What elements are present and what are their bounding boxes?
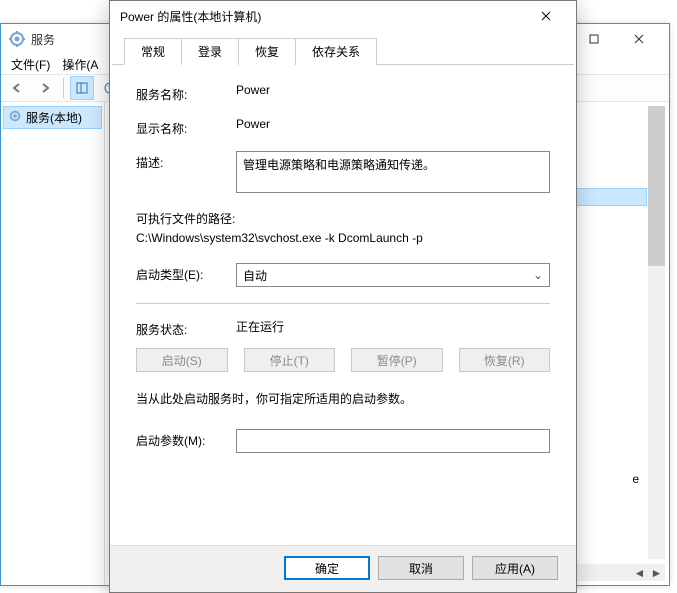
back-button[interactable] bbox=[5, 76, 29, 100]
cancel-button[interactable]: 取消 bbox=[378, 556, 464, 580]
dialog-footer: 确定 取消 应用(A) bbox=[110, 545, 576, 592]
description-field[interactable] bbox=[236, 151, 550, 193]
tree-item-label: 服务(本地) bbox=[26, 109, 82, 126]
chevron-down-icon: ⌄ bbox=[533, 268, 543, 282]
list-cut-text: e bbox=[632, 472, 639, 486]
close-button[interactable] bbox=[616, 25, 661, 53]
startup-type-value: 自动 bbox=[243, 267, 267, 284]
value-display-name: Power bbox=[236, 117, 550, 131]
menu-file[interactable]: 文件(F) bbox=[11, 56, 50, 73]
tab-logon[interactable]: 登录 bbox=[181, 38, 239, 65]
divider bbox=[136, 303, 550, 304]
services-icon bbox=[9, 31, 25, 47]
pause-button[interactable]: 暂停(P) bbox=[351, 348, 443, 372]
scroll-right-icon[interactable]: ► bbox=[648, 564, 665, 581]
dialog-tabstrip: 常规 登录 恢复 依存关系 bbox=[112, 31, 574, 65]
label-exe-path: 可执行文件的路径: bbox=[136, 210, 550, 227]
maximize-button[interactable] bbox=[571, 25, 616, 53]
vertical-scrollbar[interactable] bbox=[648, 106, 665, 559]
start-params-input[interactable] bbox=[236, 429, 550, 453]
start-button[interactable]: 启动(S) bbox=[136, 348, 228, 372]
view-list-button[interactable] bbox=[70, 76, 94, 100]
services-tree: 服务(本地) bbox=[1, 102, 105, 585]
label-startup-type: 启动类型(E): bbox=[136, 263, 236, 283]
start-params-hint: 当从此处启动服务时，你可指定所适用的启动参数。 bbox=[136, 390, 550, 407]
scroll-left-icon[interactable]: ◄ bbox=[631, 564, 648, 581]
services-icon bbox=[8, 109, 22, 126]
label-description: 描述: bbox=[136, 151, 236, 171]
startup-type-select[interactable]: 自动 ⌄ bbox=[236, 263, 550, 287]
dialog-titlebar[interactable]: Power 的属性(本地计算机) bbox=[110, 1, 576, 31]
stop-button[interactable]: 停止(T) bbox=[244, 348, 336, 372]
value-service-status: 正在运行 bbox=[236, 318, 550, 335]
tab-dependencies[interactable]: 依存关系 bbox=[295, 38, 377, 65]
properties-dialog: Power 的属性(本地计算机) 常规 登录 恢复 依存关系 服务名称: Pow… bbox=[109, 0, 577, 593]
menu-action[interactable]: 操作(A bbox=[62, 56, 98, 73]
tab-recovery[interactable]: 恢复 bbox=[238, 38, 296, 65]
value-service-name: Power bbox=[236, 83, 550, 97]
forward-button[interactable] bbox=[33, 76, 57, 100]
label-service-status: 服务状态: bbox=[136, 318, 236, 338]
value-exe-path: C:\Windows\system32\svchost.exe -k DcomL… bbox=[136, 231, 550, 245]
resume-button[interactable]: 恢复(R) bbox=[459, 348, 551, 372]
apply-button[interactable]: 应用(A) bbox=[472, 556, 558, 580]
tree-item-services-local[interactable]: 服务(本地) bbox=[3, 106, 102, 129]
dialog-body: 服务名称: Power 显示名称: Power 描述: 可执行文件的路径: C:… bbox=[110, 65, 576, 477]
dialog-title: Power 的属性(本地计算机) bbox=[120, 8, 526, 25]
dialog-close-button[interactable] bbox=[526, 2, 566, 30]
tab-general[interactable]: 常规 bbox=[124, 38, 182, 65]
label-start-params: 启动参数(M): bbox=[136, 429, 236, 449]
toolbar-separator bbox=[63, 78, 64, 98]
ok-button[interactable]: 确定 bbox=[284, 556, 370, 580]
label-service-name: 服务名称: bbox=[136, 83, 236, 103]
label-display-name: 显示名称: bbox=[136, 117, 236, 137]
